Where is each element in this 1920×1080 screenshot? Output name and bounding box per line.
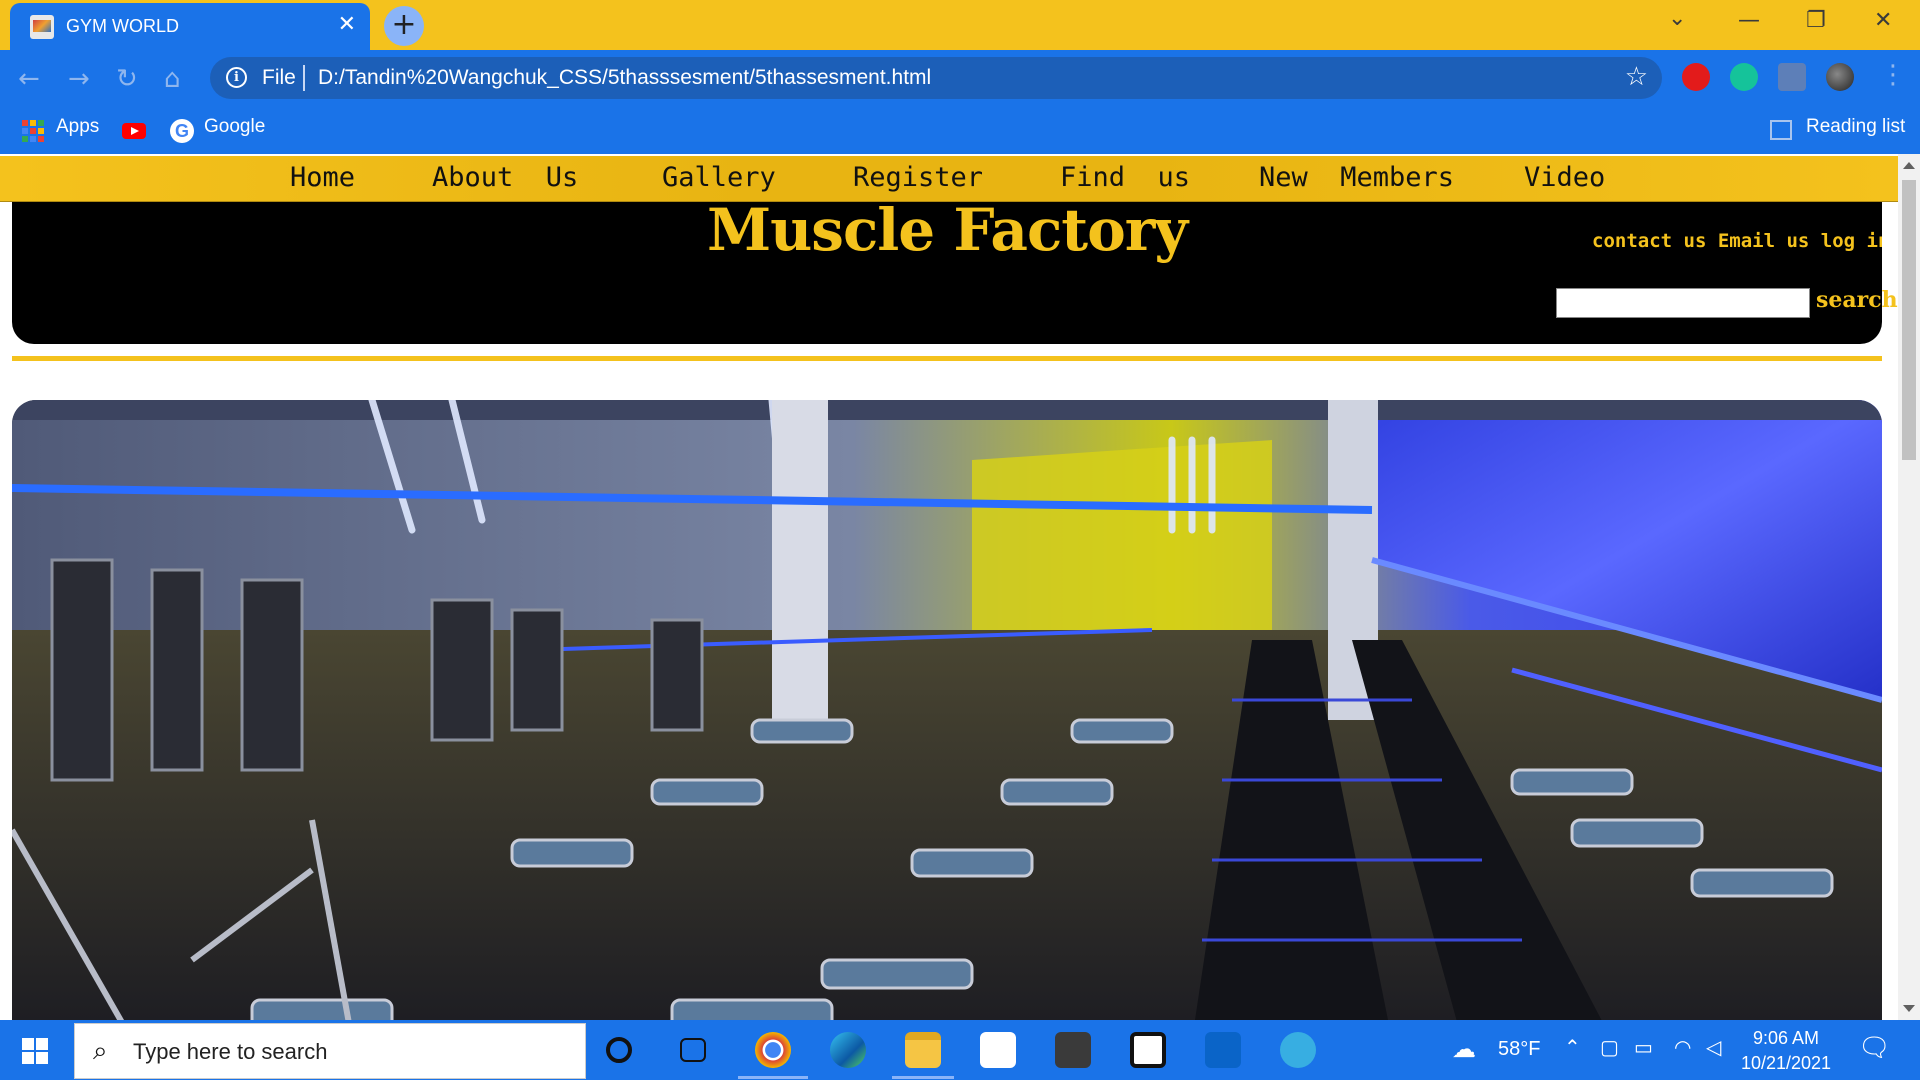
page-favicon-icon (30, 15, 54, 39)
chrome-active-indicator (738, 1076, 808, 1079)
header-links[interactable]: contact us Email us log in (1592, 230, 1882, 252)
meet-now-icon[interactable]: ▢ (1600, 1035, 1619, 1060)
site-search-input[interactable] (1556, 288, 1810, 318)
browser-menu-icon[interactable]: ⋮ (1880, 60, 1906, 90)
address-bar[interactable]: i File D:/Tandin%20Wangchuk_CSS/5thassse… (210, 57, 1662, 99)
nav-home[interactable]: Home (290, 162, 355, 193)
youtube-icon[interactable] (122, 123, 146, 139)
site-search-button[interactable]: search (1816, 287, 1898, 313)
app-taskbar-icon[interactable] (1130, 1032, 1166, 1068)
nav-gallery[interactable]: Gallery (662, 162, 776, 193)
clock-date: 10/21/2021 (1740, 1053, 1832, 1073)
minimize-icon[interactable]: — (1738, 8, 1760, 33)
address-scheme-label: File (262, 66, 296, 89)
tab-search-chevron-icon[interactable]: ⌄ (1668, 6, 1686, 31)
gym-interior-photo (12, 400, 1882, 1020)
scrollbar-thumb[interactable] (1902, 180, 1916, 460)
adblock-extension-icon[interactable] (1682, 63, 1710, 91)
sublime-text-icon[interactable] (1055, 1032, 1091, 1068)
browser-tab-strip: GYM WORLD ✕ + ⌄ — ❐ ✕ (0, 0, 1920, 50)
apps-grid-icon[interactable] (22, 120, 44, 142)
bookmark-star-icon[interactable]: ☆ (1625, 62, 1648, 92)
mail-taskbar-icon[interactable] (980, 1032, 1016, 1068)
grammarly-extension-icon[interactable] (1730, 63, 1758, 91)
windows-taskbar: ⌕ Type here to search ☁ 58°F ⌃ ▢ ▭ ◠ ◁ 9… (0, 1020, 1920, 1080)
page-viewport: Home About Us Gallery Register Find us N… (0, 154, 1898, 1020)
tab-title: GYM WORLD (66, 16, 180, 36)
notifications-icon[interactable]: 🗨 (1858, 1032, 1891, 1063)
home-icon[interactable]: ⌂ (164, 64, 181, 94)
taskbar-search-box[interactable]: ⌕ Type here to search (74, 1023, 586, 1079)
telegram-taskbar-icon[interactable] (1280, 1032, 1316, 1068)
new-tab-button[interactable]: + (384, 6, 424, 46)
site-header-banner: Muscle Factory contact us Email us log i… (12, 196, 1898, 344)
explorer-active-indicator (892, 1076, 954, 1079)
nav-find-us[interactable]: Find us (1060, 162, 1190, 193)
clock-time: 9:06 AM (1752, 1028, 1820, 1048)
cortana-icon[interactable] (606, 1037, 632, 1063)
task-view-icon[interactable] (680, 1038, 706, 1062)
taskbar-search-placeholder: Type here to search (133, 1039, 328, 1064)
url-text[interactable]: D:/Tandin%20Wangchuk_CSS/5thasssesment/5… (318, 66, 931, 90)
nav-video[interactable]: Video (1524, 162, 1605, 193)
address-separator (303, 65, 305, 91)
browser-tab[interactable]: GYM WORLD ✕ (10, 3, 370, 50)
weather-temperature[interactable]: 58°F (1498, 1038, 1540, 1061)
nav-new-members[interactable]: New Members (1259, 162, 1454, 193)
bookmark-apps[interactable]: Apps (56, 116, 99, 138)
file-explorer-icon[interactable] (905, 1032, 941, 1068)
forward-icon[interactable]: → (68, 64, 90, 94)
edge-taskbar-icon[interactable] (830, 1032, 866, 1068)
back-icon[interactable]: ← (18, 64, 40, 94)
gym-photo-illustration (12, 400, 1882, 1020)
scroll-up-arrow-icon[interactable] (1903, 162, 1915, 169)
chrome-taskbar-icon[interactable] (755, 1032, 791, 1068)
windows-start-icon[interactable] (22, 1038, 48, 1064)
site-info-icon[interactable]: i (226, 67, 247, 88)
reload-icon[interactable]: ↻ (116, 64, 138, 94)
reading-list-icon[interactable] (1770, 120, 1792, 140)
profile-avatar[interactable] (1826, 63, 1854, 91)
vscode-taskbar-icon[interactable] (1205, 1032, 1241, 1068)
bookmark-google[interactable]: Google (204, 116, 265, 138)
search-icon: ⌕ (93, 1036, 108, 1066)
battery-icon[interactable]: ▭ (1634, 1035, 1653, 1060)
header-divider-line (12, 356, 1882, 361)
restore-icon[interactable]: ❐ (1806, 8, 1826, 33)
extensions-puzzle-icon[interactable] (1778, 63, 1806, 91)
page-scrollbar[interactable] (1898, 154, 1920, 1020)
google-icon[interactable]: G (170, 119, 194, 143)
tray-chevron-up-icon[interactable]: ⌃ (1564, 1035, 1581, 1060)
nav-register[interactable]: Register (853, 162, 983, 193)
close-tab-icon[interactable]: ✕ (338, 12, 356, 37)
wifi-icon[interactable]: ◠ (1674, 1035, 1691, 1060)
close-window-icon[interactable]: ✕ (1874, 8, 1892, 33)
taskbar-clock[interactable]: 9:06 AM 10/21/2021 (1736, 1026, 1836, 1076)
nav-about-us[interactable]: About Us (432, 162, 578, 193)
weather-cloud-icon[interactable]: ☁ (1452, 1035, 1476, 1064)
browser-toolbar: ← → ↻ ⌂ i File D:/Tandin%20Wangchuk_CSS/… (0, 50, 1920, 106)
bookmarks-bar: Apps G Google Reading list (0, 106, 1920, 154)
reading-list-button[interactable]: Reading list (1806, 116, 1905, 138)
scroll-down-arrow-icon[interactable] (1903, 1005, 1915, 1012)
volume-muted-icon[interactable]: ◁ (1706, 1035, 1721, 1060)
